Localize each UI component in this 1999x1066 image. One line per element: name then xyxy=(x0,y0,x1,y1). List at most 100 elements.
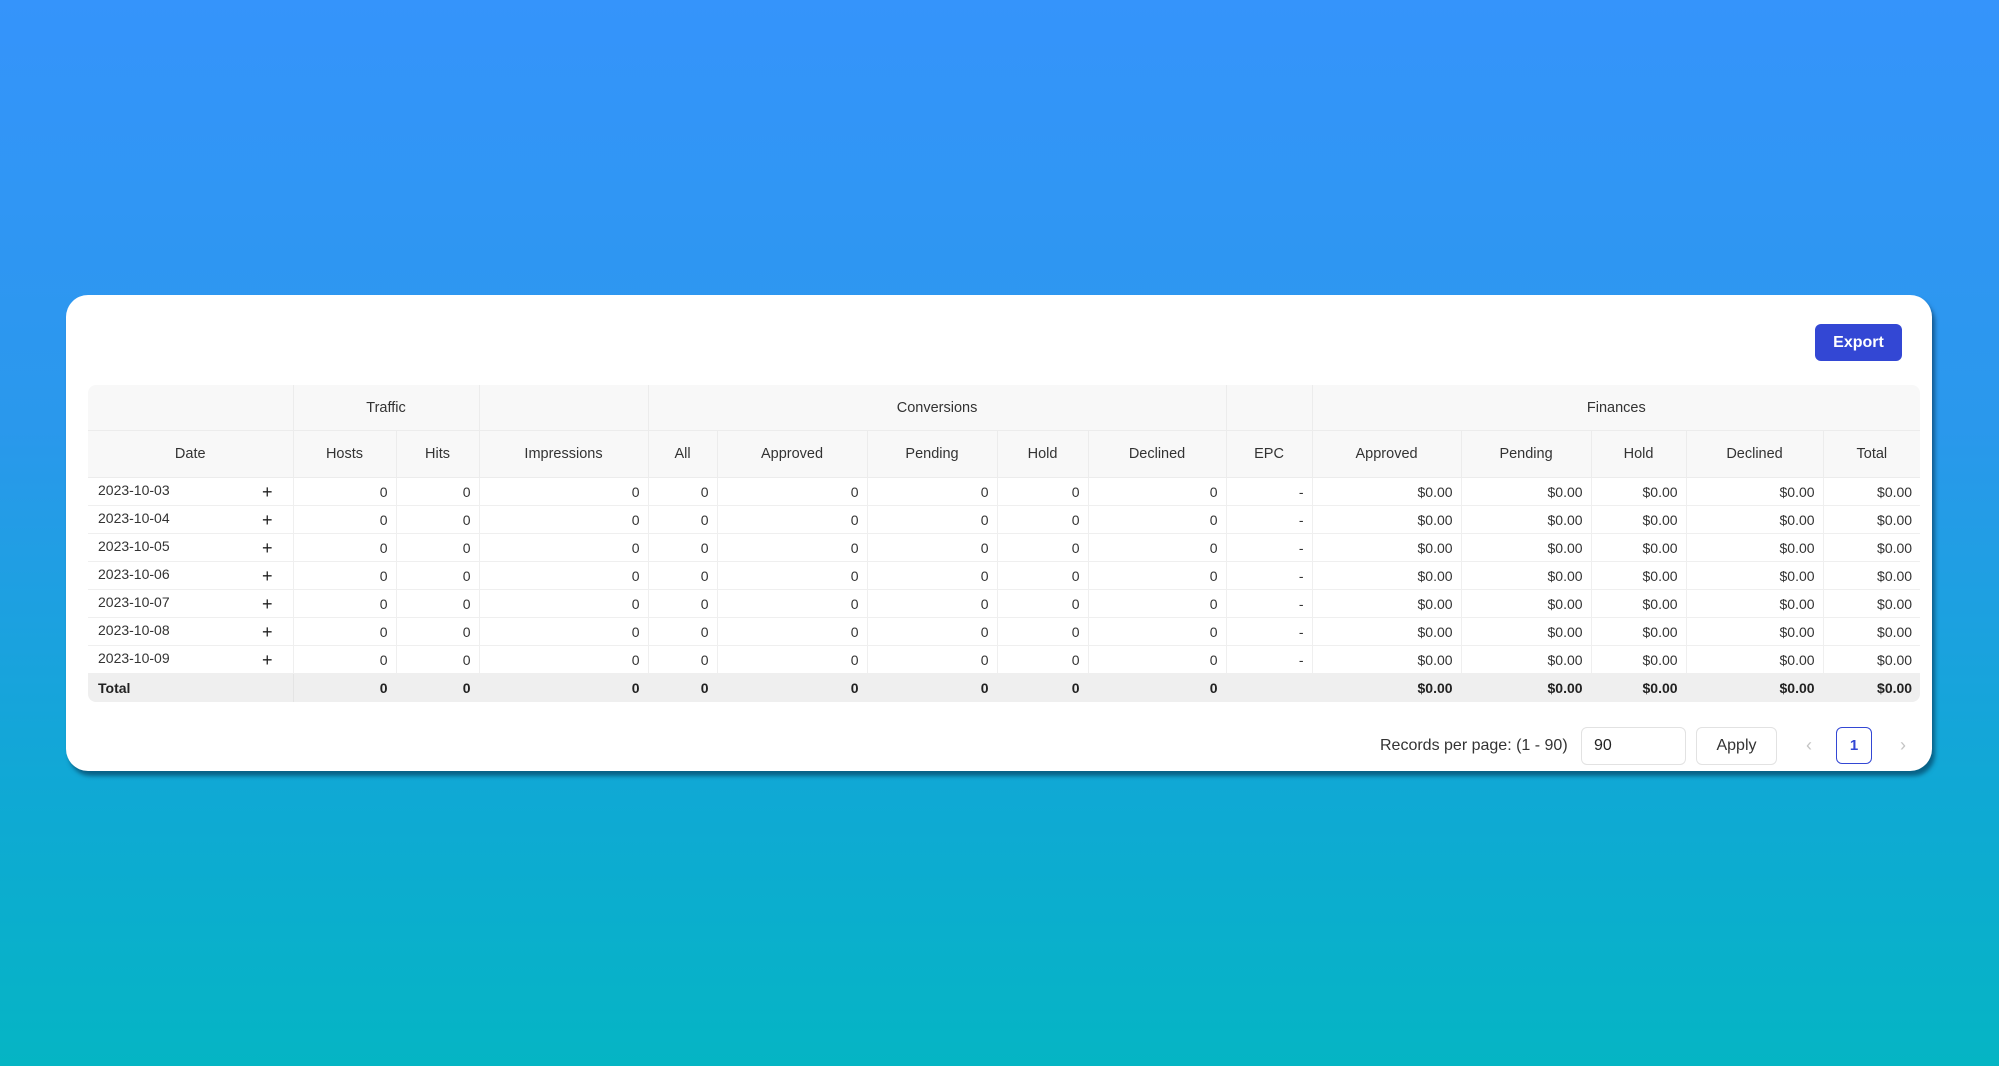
cell-conv-pending: 0 xyxy=(866,617,998,646)
col-header-conv-all[interactable]: All xyxy=(647,430,718,478)
cell-conv-pending: 0 xyxy=(866,505,998,534)
plus-icon[interactable]: + xyxy=(262,482,273,502)
plus-icon[interactable]: + xyxy=(262,594,273,614)
cell-date: 2023-10-09 + xyxy=(88,645,294,674)
col-header-impressions[interactable]: Impressions xyxy=(478,430,649,478)
cell-fin-approved: $0.00 xyxy=(1311,477,1462,506)
cell-fin-hold: $0.00 xyxy=(1590,589,1687,618)
col-header-conv-pending[interactable]: Pending xyxy=(866,430,998,478)
cell-conv-pending: 0 xyxy=(866,533,998,562)
cell-conv-declined: 0 xyxy=(1087,645,1227,674)
chevron-left-icon[interactable]: ‹ xyxy=(1801,735,1817,756)
chevron-right-icon[interactable]: › xyxy=(1895,735,1911,756)
col-header-fin-total[interactable]: Total xyxy=(1822,430,1920,478)
cell-fin-pending: $0.00 xyxy=(1460,505,1592,534)
col-header-conv-declined[interactable]: Declined xyxy=(1087,430,1227,478)
cell-fin-total: $0.00 xyxy=(1822,589,1920,618)
col-header-conv-approved[interactable]: Approved xyxy=(716,430,868,478)
column-header-row: Date Hosts Hits Impressions All Approved… xyxy=(88,430,1920,478)
records-per-page-input[interactable] xyxy=(1581,727,1686,765)
cell-impressions: 0 xyxy=(478,589,649,618)
cell-fin-pending: $0.00 xyxy=(1460,589,1592,618)
cell-hits: 0 xyxy=(395,533,480,562)
cell-fin-hold: $0.00 xyxy=(1590,673,1687,702)
cell-conv-pending: 0 xyxy=(866,561,998,590)
group-header-row: Traffic Conversions Finances xyxy=(88,385,1920,431)
date-value: 2023-10-04 xyxy=(98,509,170,526)
cell-date: 2023-10-06 + xyxy=(88,561,294,590)
cell-fin-total: $0.00 xyxy=(1822,477,1920,506)
group-header-empty xyxy=(1225,385,1313,431)
col-header-fin-pending[interactable]: Pending xyxy=(1460,430,1592,478)
page-1-button[interactable]: 1 xyxy=(1836,727,1872,764)
cell-fin-declined: $0.00 xyxy=(1685,533,1824,562)
cell-fin-approved: $0.00 xyxy=(1311,617,1462,646)
col-header-hosts[interactable]: Hosts xyxy=(292,430,397,478)
cell-date: 2023-10-04 + xyxy=(88,505,294,534)
cell-conv-declined: 0 xyxy=(1087,505,1227,534)
cell-fin-hold: $0.00 xyxy=(1590,617,1687,646)
plus-icon[interactable]: + xyxy=(262,650,273,670)
cell-epc: - xyxy=(1225,477,1313,506)
cell-conv-approved: 0 xyxy=(716,589,868,618)
group-header-conversions: Conversions xyxy=(647,385,1227,431)
cell-hits: 0 xyxy=(395,505,480,534)
cell-fin-pending: $0.00 xyxy=(1460,477,1592,506)
apply-button[interactable]: Apply xyxy=(1696,727,1777,765)
records-per-page-label: Records per page: (1 - 90) xyxy=(1380,737,1568,754)
cell-fin-total: $0.00 xyxy=(1822,617,1920,646)
cell-conv-pending: 0 xyxy=(866,589,998,618)
cell-fin-approved: $0.00 xyxy=(1311,645,1462,674)
cell-impressions: 0 xyxy=(478,533,649,562)
cell-conv-all: 0 xyxy=(647,589,718,618)
col-header-fin-approved[interactable]: Approved xyxy=(1311,430,1462,478)
cell-conv-hold: 0 xyxy=(996,505,1089,534)
cell-date: 2023-10-07 + xyxy=(88,589,294,618)
cell-conv-all: 0 xyxy=(647,505,718,534)
cell-date: 2023-10-03 + xyxy=(88,477,294,506)
cell-fin-declined: $0.00 xyxy=(1685,617,1824,646)
cell-conv-all: 0 xyxy=(647,561,718,590)
report-card: Export Traffic Conversions Finances Date… xyxy=(66,295,1932,771)
export-button[interactable]: Export xyxy=(1815,324,1902,361)
col-header-conv-hold[interactable]: Hold xyxy=(996,430,1089,478)
cell-fin-approved: $0.00 xyxy=(1311,505,1462,534)
cell-impressions: 0 xyxy=(478,617,649,646)
group-header-empty xyxy=(88,385,294,431)
plus-icon[interactable]: + xyxy=(262,538,273,558)
plus-icon[interactable]: + xyxy=(262,566,273,586)
col-header-date[interactable]: Date xyxy=(88,430,294,478)
cell-conv-approved: 0 xyxy=(716,477,868,506)
date-value: 2023-10-07 xyxy=(98,593,170,610)
cell-conv-hold: 0 xyxy=(996,477,1089,506)
table-row: 2023-10-03 +0 0 0 0 0 0 0 0- $0.00 $0.00 $0.00 $0.00… xyxy=(88,477,1920,506)
table-row: 2023-10-08 +0 0 0 0 0 0 0 0- $0.00 $0.00 $0.00 $0.00… xyxy=(88,617,1920,646)
cell-hosts: 0 xyxy=(292,561,397,590)
plus-icon[interactable]: + xyxy=(262,622,273,642)
plus-icon[interactable]: + xyxy=(262,510,273,530)
date-value: 2023-10-08 xyxy=(98,621,170,638)
col-header-fin-hold[interactable]: Hold xyxy=(1590,430,1687,478)
col-header-hits[interactable]: Hits xyxy=(395,430,480,478)
cell-conv-approved: 0 xyxy=(716,645,868,674)
cell-conv-all: 0 xyxy=(647,533,718,562)
cell-hosts: 0 xyxy=(292,533,397,562)
cell-fin-approved: $0.00 xyxy=(1311,589,1462,618)
group-header-empty xyxy=(478,385,649,431)
cell-fin-hold: $0.00 xyxy=(1590,477,1687,506)
cell-conv-hold: 0 xyxy=(996,561,1089,590)
cell-conv-hold: 0 xyxy=(996,673,1089,702)
cell-conv-approved: 0 xyxy=(716,561,868,590)
cell-date: Total xyxy=(88,673,294,702)
col-header-epc[interactable]: EPC xyxy=(1225,430,1313,478)
cell-fin-declined: $0.00 xyxy=(1685,673,1824,702)
cell-fin-hold: $0.00 xyxy=(1590,561,1687,590)
cell-fin-total: $0.00 xyxy=(1822,673,1920,702)
cell-fin-total: $0.00 xyxy=(1822,561,1920,590)
cell-impressions: 0 xyxy=(478,477,649,506)
cell-fin-hold: $0.00 xyxy=(1590,645,1687,674)
total-row: Total 0 0 0 0 0 0 0 0 $0.00 $0.00 $0.00 $0.00 $0.00 xyxy=(88,673,1920,702)
stats-table: Traffic Conversions Finances Date Hosts … xyxy=(88,385,1920,702)
col-header-fin-declined[interactable]: Declined xyxy=(1685,430,1824,478)
cell-fin-hold: $0.00 xyxy=(1590,505,1687,534)
